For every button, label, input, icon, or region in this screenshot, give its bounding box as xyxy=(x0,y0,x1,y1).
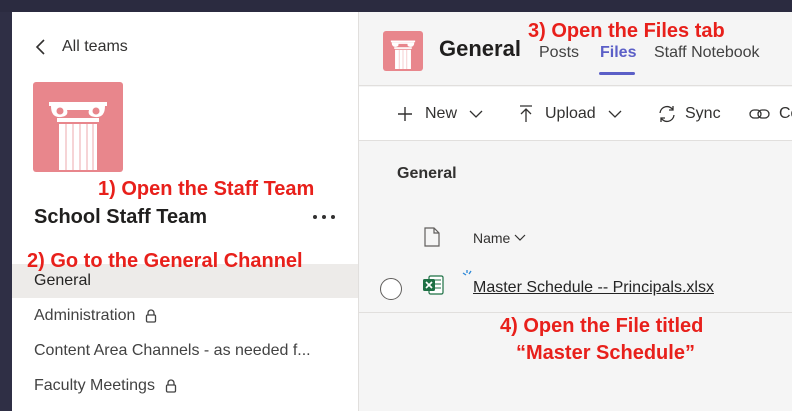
chevron-down-icon xyxy=(608,110,622,118)
sync-icon xyxy=(659,105,675,123)
more-options-button[interactable] xyxy=(310,208,338,226)
upload-label: Upload xyxy=(545,105,596,122)
upload-button[interactable]: Upload xyxy=(519,87,622,141)
channel-label: Administration xyxy=(34,307,136,324)
files-toolbar: New Upload Sync Co xyxy=(359,87,792,141)
all-teams-back-button[interactable]: All teams xyxy=(34,38,128,56)
tab-staff-notebook[interactable]: Staff Notebook xyxy=(654,44,760,62)
chevron-down-icon xyxy=(469,110,483,118)
tab-files[interactable]: Files xyxy=(600,44,636,62)
copy-link-label: Co xyxy=(779,105,792,122)
channel-label: Content Area Channels - as needed f... xyxy=(34,342,311,359)
more-dot-icon xyxy=(313,215,317,219)
channel-content-area[interactable]: Content Area Channels - as needed f... xyxy=(12,334,358,368)
team-sidebar: All teams School Staff Team General Admi… xyxy=(12,12,358,411)
plus-icon xyxy=(398,107,412,121)
chevron-left-icon xyxy=(35,39,45,55)
new-label: New xyxy=(425,105,458,122)
channel-label: Faculty Meetings xyxy=(34,377,155,394)
upload-icon xyxy=(520,105,532,122)
excel-file-icon xyxy=(423,275,444,295)
annotation-step-2: 2) Go to the General Channel xyxy=(27,250,303,272)
annotation-step-3: 3) Open the Files tab xyxy=(528,20,725,42)
lock-icon xyxy=(165,379,177,393)
new-file-sparkle-icon xyxy=(462,270,472,276)
channel-administration[interactable]: Administration xyxy=(12,299,358,333)
all-teams-label: All teams xyxy=(62,38,128,55)
team-name: School Staff Team xyxy=(34,206,207,228)
chevron-down-icon xyxy=(514,234,526,241)
sync-label: Sync xyxy=(685,105,721,122)
file-type-icon xyxy=(424,227,440,247)
breadcrumb[interactable]: General xyxy=(397,165,457,183)
team-logo[interactable] xyxy=(33,82,123,172)
tab-posts[interactable]: Posts xyxy=(539,44,579,62)
ionic-column-icon xyxy=(390,40,416,69)
new-button[interactable]: New xyxy=(397,87,483,141)
annotation-step-1: 1) Open the Staff Team xyxy=(98,178,315,200)
channel-team-logo xyxy=(383,31,423,71)
channel-title: General xyxy=(439,36,521,61)
ionic-column-icon xyxy=(49,102,107,170)
channel-label: General xyxy=(34,272,91,289)
name-column-header[interactable]: Name xyxy=(473,230,526,246)
name-column-label: Name xyxy=(473,230,511,246)
copy-link-button[interactable]: Co xyxy=(749,87,792,141)
annotation-step-4-line2: “Master Schedule” xyxy=(516,342,695,364)
file-select-radio[interactable] xyxy=(380,278,402,300)
file-list-header: Name xyxy=(359,217,792,261)
more-dot-icon xyxy=(322,215,326,219)
lock-icon xyxy=(146,309,157,323)
file-name-link[interactable]: Master Schedule -- Principals.xlsx xyxy=(473,279,714,297)
annotation-step-4-line1: 4) Open the File titled xyxy=(500,315,704,337)
active-tab-indicator xyxy=(599,72,635,75)
file-row[interactable]: Master Schedule -- Principals.xlsx xyxy=(359,265,792,313)
window-frame-left xyxy=(0,12,12,411)
more-dot-icon xyxy=(331,215,335,219)
sync-button[interactable]: Sync xyxy=(657,87,721,141)
channel-faculty-meetings[interactable]: Faculty Meetings xyxy=(12,369,358,403)
window-frame-top xyxy=(0,0,792,12)
link-icon xyxy=(749,109,770,119)
